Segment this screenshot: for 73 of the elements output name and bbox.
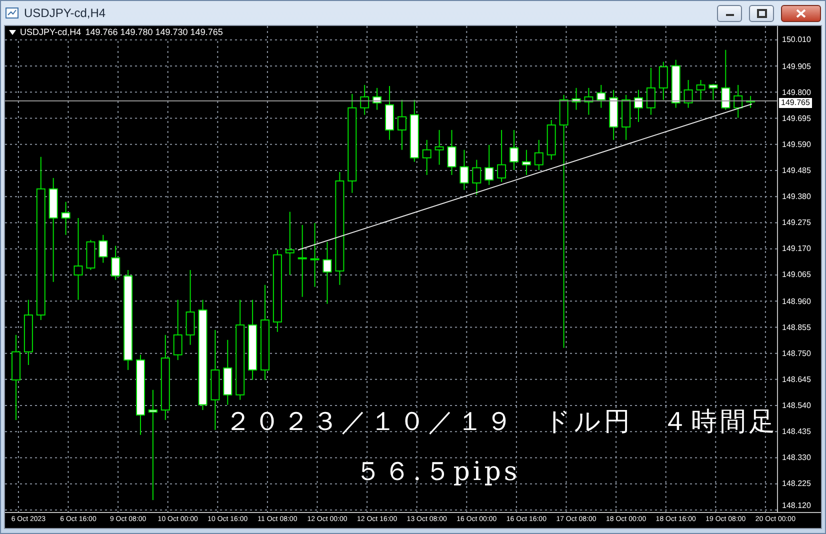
candle [385, 85, 394, 140]
price-label: 149.800 [781, 86, 811, 98]
candle [708, 83, 718, 100]
candle [721, 49, 730, 110]
price-label: 149.590 [781, 138, 811, 150]
candle [422, 139, 432, 176]
candle [372, 87, 382, 110]
candle [86, 239, 96, 270]
price-label: 148.750 [781, 348, 811, 359]
candle [61, 201, 70, 236]
price-label: 148.225 [781, 478, 811, 490]
chart-window-icon [5, 6, 19, 20]
candle [696, 79, 706, 100]
price-label: 149.380 [781, 191, 811, 202]
candle [510, 129, 518, 170]
chart-annotation: ５６.５pips [355, 456, 520, 489]
candle [310, 222, 320, 288]
candle [734, 84, 743, 118]
candle [223, 339, 232, 406]
price-label: 149.065 [781, 269, 811, 280]
candle [634, 89, 643, 122]
price-label: 148.120 [781, 500, 811, 511]
candle [522, 149, 531, 176]
candle [24, 299, 33, 366]
price-label: 148.540 [781, 400, 811, 412]
candle [460, 149, 469, 190]
candle [534, 139, 544, 170]
candle [658, 61, 668, 100]
candle [98, 234, 108, 264]
dropdown-triangle-icon[interactable] [9, 30, 16, 34]
candle [622, 94, 631, 140]
minimize-button[interactable] [717, 4, 742, 22]
candle [484, 144, 494, 186]
candle [671, 59, 680, 108]
price-label: 149.695 [781, 112, 811, 124]
candle [410, 99, 419, 162]
current-price-label: 149.765 [779, 98, 812, 108]
candle [584, 87, 594, 116]
quote-values: 149.766 149.780 149.730 149.765 [85, 27, 223, 37]
candle [111, 245, 120, 280]
candle [472, 159, 482, 196]
maximize-icon [756, 8, 766, 18]
price-label: 149.905 [781, 60, 811, 72]
candle [746, 95, 756, 108]
candle [546, 120, 556, 160]
candle [684, 79, 693, 108]
window-title: USDJPY-cd,H4 [24, 6, 107, 20]
price-label: 149.275 [781, 217, 811, 228]
candle [596, 84, 606, 108]
price-label: 148.330 [781, 452, 811, 464]
candle [173, 299, 182, 361]
candle [322, 241, 332, 304]
candle [360, 84, 370, 116]
candle [434, 129, 444, 166]
candle [609, 89, 618, 140]
price-label: 150.010 [781, 34, 811, 46]
chart-annotation: ２０２３／１０／１９ ドル円 ４時間足 [225, 406, 778, 439]
price-label: 148.960 [781, 296, 811, 307]
candle [397, 99, 406, 150]
candle [646, 67, 656, 116]
candle [447, 129, 456, 176]
maximize-button[interactable] [749, 4, 774, 22]
close-icon [796, 8, 806, 18]
close-button[interactable] [781, 4, 821, 22]
price-label: 149.170 [781, 243, 811, 254]
candle [572, 87, 581, 110]
price-label: 148.645 [781, 374, 811, 385]
candle [497, 129, 506, 182]
chart-symbol: USDJPY-cd,H4 [20, 27, 82, 37]
price-label: 148.435 [781, 426, 811, 438]
candle [285, 211, 294, 276]
price-label: 148.855 [781, 322, 811, 333]
price-label: 149.485 [781, 165, 811, 176]
